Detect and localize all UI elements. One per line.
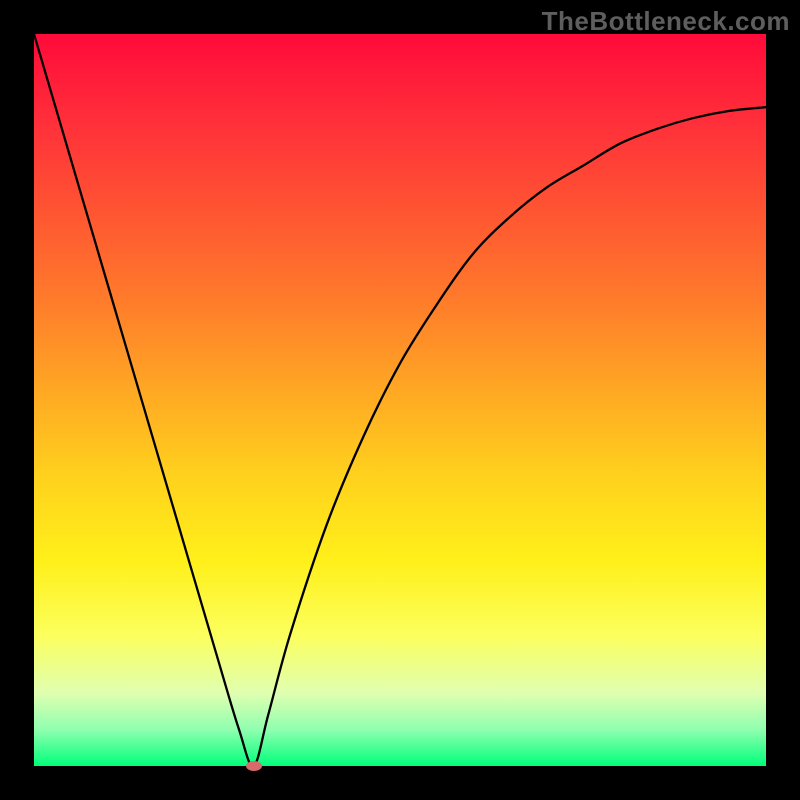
optimum-marker [246,761,262,771]
plot-area [34,34,766,766]
chart-container: { "watermark": "TheBottleneck.com", "col… [0,0,800,800]
bottleneck-curve [34,34,766,766]
watermark-text: TheBottleneck.com [542,6,790,37]
